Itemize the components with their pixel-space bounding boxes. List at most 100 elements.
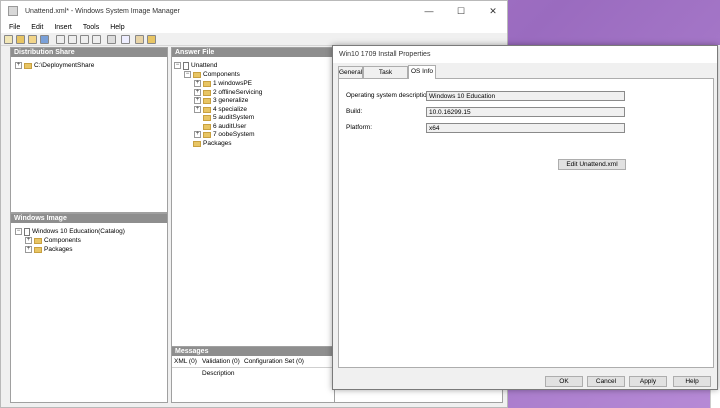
tree-item-packages[interactable]: + Packages — [25, 245, 73, 254]
tab-xml[interactable]: XML (0) — [174, 358, 197, 365]
title-bar: Unattend.xml* - Windows System Image Man… — [1, 1, 507, 21]
dialog-title: Win10 1709 Install Properties — [333, 46, 717, 63]
ok-button[interactable]: OK — [545, 376, 583, 387]
tree-label: 3 generalize — [213, 97, 249, 104]
save-icon[interactable] — [40, 35, 49, 44]
folder-icon — [24, 62, 32, 69]
tree-label: 2 offlineServicing — [213, 89, 263, 96]
help-button[interactable]: Help — [673, 376, 711, 387]
expander[interactable]: + — [194, 131, 201, 138]
delete-icon[interactable] — [92, 35, 101, 44]
divider — [172, 367, 334, 368]
tree-label: Packages — [203, 140, 232, 147]
distribution-share-pane: Distribution Share + C:\DeploymentShare — [10, 47, 168, 213]
tree-label: C:\DeploymentShare — [34, 62, 95, 69]
close-button[interactable]: ✕ — [477, 1, 509, 21]
tree-label: 5 auditSystem — [213, 114, 255, 121]
tree-item-unattend[interactable]: − Unattend — [174, 61, 217, 70]
tree-label: Packages — [44, 246, 73, 253]
tree-item-pass-3[interactable]: + 3 generalize — [194, 96, 248, 105]
folder-icon — [203, 114, 211, 121]
open-share-icon[interactable] — [28, 35, 37, 44]
menu-bar: File Edit Insert Tools Help — [1, 21, 507, 33]
tree-label: 6 auditUser — [213, 123, 247, 130]
apply-button[interactable]: Apply — [629, 376, 667, 387]
os-description-field[interactable]: Windows 10 Education — [426, 91, 625, 101]
tab-configuration-set[interactable]: Configuration Set (0) — [244, 358, 304, 365]
tab-panel: Operating system description: Windows 10… — [338, 78, 714, 368]
pane-header: Distribution Share — [11, 48, 167, 57]
expander[interactable]: + — [15, 62, 22, 69]
tree-item-pass-1[interactable]: + 1 windowsPE — [194, 79, 252, 88]
messages-pane-visible: Messages XML (0) Validation (0) Configur… — [171, 346, 335, 403]
folder-icon — [203, 106, 211, 113]
tree-item-packages[interactable]: Packages — [184, 139, 232, 148]
expander[interactable]: + — [194, 106, 201, 113]
folder-icon — [203, 131, 211, 138]
catalog-icon[interactable] — [147, 35, 156, 44]
new-file-icon[interactable] — [4, 35, 13, 44]
folder-icon — [193, 71, 201, 78]
validate-icon[interactable] — [135, 35, 144, 44]
properties-icon[interactable] — [107, 35, 116, 44]
tab-os-info[interactable]: OS Info — [408, 65, 436, 79]
folder-icon — [34, 246, 42, 253]
pane-header: Windows Image — [11, 214, 167, 223]
properties-dialog: Win10 1709 Install Properties General Ta… — [332, 45, 718, 390]
tab-validation[interactable]: Validation (0) — [202, 358, 240, 365]
tree-item-components[interactable]: − Components — [184, 70, 240, 79]
pane-header: Messages — [172, 347, 334, 356]
expander[interactable]: + — [25, 246, 32, 253]
app-icon — [8, 6, 18, 16]
tab-general[interactable]: General — [338, 66, 363, 78]
expander[interactable]: − — [184, 71, 191, 78]
folder-icon — [203, 97, 211, 104]
cut-icon[interactable] — [56, 35, 65, 44]
copy-icon[interactable] — [68, 35, 77, 44]
build-field[interactable]: 10.0.16299.15 — [426, 107, 625, 117]
folder-icon — [34, 237, 42, 244]
expander[interactable]: + — [194, 80, 201, 87]
tree-label: Components — [203, 71, 240, 78]
search-icon[interactable] — [121, 35, 130, 44]
menu-help[interactable]: Help — [110, 24, 124, 31]
catalog-icon — [24, 227, 30, 236]
expander[interactable]: − — [15, 228, 22, 235]
tree-label: Windows 10 Education(Catalog) — [32, 228, 125, 235]
menu-tools[interactable]: Tools — [83, 24, 99, 31]
document-icon — [183, 61, 189, 70]
folder-icon — [193, 140, 201, 147]
folder-icon — [203, 80, 211, 87]
build-label: Build: — [346, 108, 363, 115]
platform-field[interactable]: x64 — [426, 123, 625, 133]
column-header-description[interactable]: Description — [202, 370, 235, 377]
tree-item-pass-7[interactable]: + 7 oobeSystem — [194, 130, 255, 139]
folder-icon — [203, 123, 211, 130]
maximize-button[interactable]: ☐ — [445, 1, 477, 21]
paste-icon[interactable] — [80, 35, 89, 44]
tree-label: 1 windowsPE — [213, 80, 253, 87]
edit-unattend-button[interactable]: Edit Unattend.xml — [558, 159, 626, 170]
expander[interactable]: − — [174, 62, 181, 69]
expander[interactable]: + — [194, 89, 201, 96]
tree-label: 4 specialize — [213, 106, 247, 113]
expander[interactable]: + — [25, 237, 32, 244]
tab-task-sequence[interactable]: Task Sequence — [363, 66, 408, 87]
menu-edit[interactable]: Edit — [31, 24, 43, 31]
open-folder-icon[interactable] — [16, 35, 25, 44]
expander[interactable]: + — [194, 97, 201, 104]
platform-label: Platform: — [346, 124, 373, 131]
tree-item-catalog[interactable]: − Windows 10 Education(Catalog) — [15, 227, 125, 236]
tree-label: 7 oobeSystem — [213, 131, 255, 138]
windows-image-pane: Windows Image − Windows 10 Education(Cat… — [10, 213, 168, 403]
tree-item-components[interactable]: + Components — [25, 236, 81, 245]
cancel-button[interactable]: Cancel — [587, 376, 625, 387]
os-description-label: Operating system description: — [346, 92, 432, 99]
menu-insert[interactable]: Insert — [54, 24, 72, 31]
menu-file[interactable]: File — [9, 24, 20, 31]
window-title: Unattend.xml* - Windows System Image Man… — [25, 7, 180, 15]
tree-item-pass-5[interactable]: 5 auditSystem — [203, 113, 254, 122]
tree-label: Unattend — [191, 62, 218, 69]
minimize-button[interactable]: — — [413, 1, 445, 21]
tree-item-deploymentshare[interactable]: + C:\DeploymentShare — [15, 61, 94, 70]
